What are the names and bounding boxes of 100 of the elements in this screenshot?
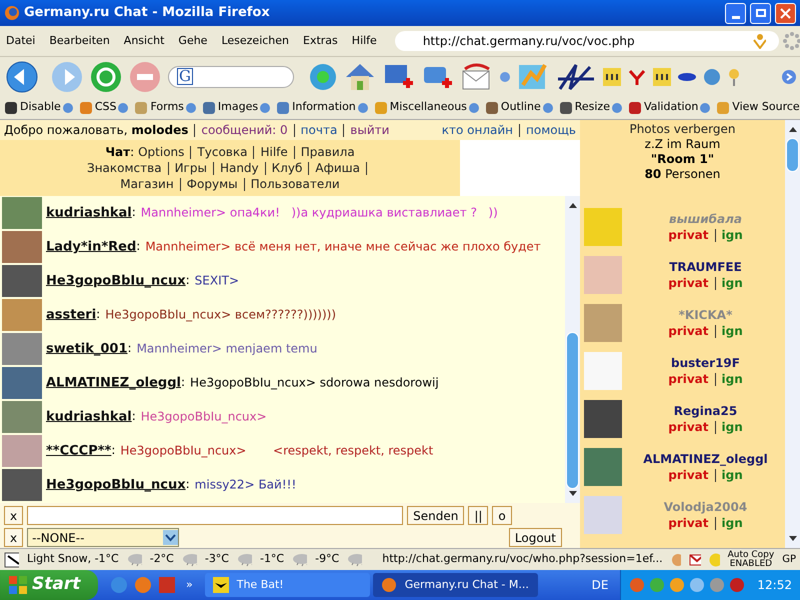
- dropdown-icon[interactable]: [542, 102, 553, 112]
- toolbar-button[interactable]: Images: [218, 99, 258, 116]
- language-indicator[interactable]: DE: [592, 576, 608, 594]
- overflow-button[interactable]: »: [186, 576, 193, 594]
- ignore-link[interactable]: ign: [722, 419, 743, 435]
- nav-link[interactable]: Форумы: [186, 176, 238, 192]
- menu-item[interactable]: Datei: [4, 32, 38, 50]
- toolbar-button[interactable]: Outline: [500, 99, 541, 116]
- rating-icon[interactable]: [653, 68, 671, 86]
- privat-link[interactable]: privat: [668, 227, 709, 243]
- username-link[interactable]: swetik_001: [46, 341, 128, 356]
- start-button[interactable]: Start: [0, 570, 98, 600]
- rating-icon[interactable]: [603, 68, 621, 86]
- scroll-thumb[interactable]: [786, 138, 799, 172]
- link[interactable]: сообщений: 0: [201, 121, 288, 139]
- menu-item[interactable]: Ansicht: [122, 32, 166, 50]
- forward-icon[interactable]: [51, 60, 83, 92]
- toolbar-button[interactable]: CSS: [94, 99, 116, 116]
- link[interactable]: кто онлайн: [442, 121, 514, 139]
- nav-link[interactable]: Правила: [300, 144, 355, 160]
- ignore-link[interactable]: ign: [722, 275, 743, 291]
- scrollbar[interactable]: [565, 196, 580, 503]
- search-field[interactable]: G: [168, 66, 294, 88]
- y-logo-icon[interactable]: [628, 68, 646, 86]
- toolbar-button[interactable]: Forms: [150, 99, 184, 116]
- nav-link[interactable]: Клуб: [272, 160, 302, 176]
- send-button[interactable]: Senden: [407, 506, 464, 525]
- dropdown-icon[interactable]: [358, 102, 368, 112]
- nav-link[interactable]: Магазин: [120, 176, 174, 192]
- username-link[interactable]: assteri: [46, 307, 96, 322]
- close-button[interactable]: [775, 2, 796, 24]
- stop-icon[interactable]: [129, 60, 161, 92]
- dropdown-icon[interactable]: [163, 530, 178, 545]
- username-link[interactable]: He3gopoBbIu_ncux: [46, 477, 186, 492]
- link[interactable]: Photos verbergen: [629, 122, 736, 137]
- username-link[interactable]: Lady*in*Red: [46, 239, 136, 254]
- username-link[interactable]: **CCCP**: [46, 443, 112, 458]
- clear-button[interactable]: x: [4, 528, 24, 547]
- ignore-link[interactable]: ign: [722, 371, 743, 387]
- dropdown-icon[interactable]: [62, 102, 73, 112]
- option-button[interactable]: o: [492, 506, 512, 525]
- ignore-link[interactable]: ign: [722, 515, 743, 531]
- toolbar-button[interactable]: Miscellaneous: [390, 99, 467, 116]
- mail-icon[interactable]: [461, 62, 493, 90]
- logout-button[interactable]: Logout: [508, 528, 562, 547]
- username-link[interactable]: He3gopoBbIu_ncux: [46, 273, 186, 288]
- toolbar-button[interactable]: Information: [292, 99, 356, 116]
- go-icon[interactable]: [309, 62, 337, 90]
- clear-button[interactable]: x: [4, 506, 24, 525]
- ignore-link[interactable]: ign: [722, 323, 743, 339]
- dropdown-icon[interactable]: [468, 102, 479, 112]
- nav-link[interactable]: Handy: [220, 160, 259, 176]
- menu-item[interactable]: Hilfe: [350, 32, 379, 50]
- toolbar-button[interactable]: Resize: [574, 99, 610, 116]
- ignore-link[interactable]: ign: [722, 227, 743, 243]
- tray-icon[interactable]: [669, 577, 686, 593]
- tray-icon[interactable]: [689, 577, 706, 593]
- dropdown-icon[interactable]: [700, 102, 710, 112]
- menu-item[interactable]: Extras: [301, 32, 340, 50]
- taskbar-button[interactable]: Germany.ru Chat - M...: [372, 573, 538, 597]
- privat-link[interactable]: privat: [668, 467, 709, 483]
- menu-item[interactable]: Gehe: [176, 32, 210, 50]
- nav-link[interactable]: Пользователи: [250, 176, 340, 192]
- nav-link[interactable]: Знакомства: [87, 160, 162, 176]
- nav-link[interactable]: Афиша: [315, 160, 360, 176]
- address-field[interactable]: http://chat.germany.ru/voc/voc.php: [394, 31, 780, 51]
- overflow-icon[interactable]: [782, 70, 796, 84]
- privat-link[interactable]: privat: [668, 323, 709, 339]
- reload-icon[interactable]: [90, 60, 122, 92]
- maximize-button[interactable]: [750, 2, 771, 24]
- toolbar-button[interactable]: Disable: [20, 99, 61, 116]
- select-field[interactable]: --NONE--: [27, 528, 180, 547]
- minimize-button[interactable]: [725, 2, 746, 24]
- dropdown-icon[interactable]: [186, 102, 196, 112]
- privat-link[interactable]: privat: [668, 419, 709, 435]
- menu-item[interactable]: Lesezeichen: [219, 32, 292, 50]
- nav-link[interactable]: Игры: [174, 160, 207, 176]
- pin-icon[interactable]: [728, 68, 740, 86]
- nav-link[interactable]: Options: [138, 144, 184, 160]
- taskbar-button[interactable]: The Bat!: [204, 573, 370, 597]
- dropdown-icon[interactable]: [500, 72, 510, 82]
- menu-item[interactable]: Bearbeiten: [47, 32, 112, 50]
- ignore-link[interactable]: ign: [722, 467, 743, 483]
- disc-icon[interactable]: [678, 72, 696, 82]
- link[interactable]: помощь: [526, 121, 576, 139]
- privat-link[interactable]: privat: [668, 371, 709, 387]
- dropdown-icon[interactable]: [260, 102, 270, 112]
- toolbar-button[interactable]: View Source: [732, 99, 800, 116]
- pause-button[interactable]: ||: [468, 506, 488, 525]
- tray-icon[interactable]: [729, 577, 746, 593]
- link[interactable]: почта: [300, 121, 338, 139]
- username-link[interactable]: ALMATINEZ_oleggl: [46, 375, 181, 390]
- link[interactable]: выйти: [350, 121, 390, 139]
- nav-link[interactable]: Hilfe: [260, 144, 288, 160]
- scroll-thumb[interactable]: [566, 332, 579, 490]
- scrollbar[interactable]: [785, 120, 800, 548]
- username-link[interactable]: kudriashkal: [46, 409, 132, 424]
- message-input[interactable]: [27, 506, 404, 525]
- privat-link[interactable]: privat: [668, 515, 709, 531]
- toolbar-button[interactable]: Validation: [644, 99, 698, 116]
